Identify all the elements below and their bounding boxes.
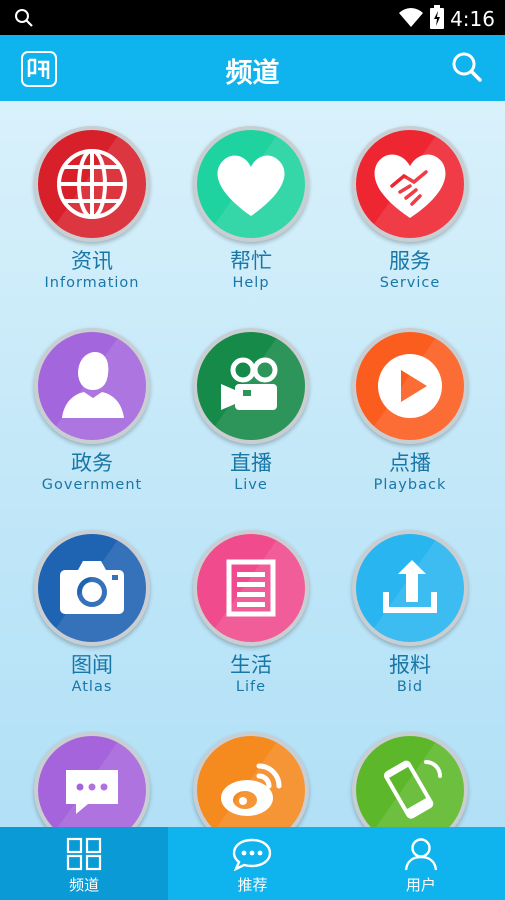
channel-sublabel: Live (234, 477, 268, 493)
channel-sublabel: Life (235, 679, 267, 695)
bottom-tab-bar: 频道 推荐 用户 (0, 827, 505, 900)
channel-label: 点播 (389, 451, 431, 475)
channel-label: 生活 (230, 653, 272, 677)
channel-label: 图闻 (71, 653, 113, 677)
chat-bubble-icon (66, 770, 118, 814)
channel-sublabel: Atlas (71, 679, 113, 695)
channel-playback[interactable]: 点播 Playback (340, 303, 480, 493)
heart-icon (217, 155, 285, 216)
phone-icon (383, 760, 442, 819)
channel-sublabel: Government (41, 477, 143, 493)
tab-channels[interactable]: 频道 (0, 827, 169, 900)
channel-help[interactable]: 帮忙 Help (181, 101, 321, 291)
search-button[interactable] (451, 51, 483, 87)
battery-icon (430, 5, 445, 33)
channel-label: 报料 (389, 653, 431, 677)
user-icon (403, 837, 439, 875)
channel-sublabel: Help (232, 275, 270, 291)
tab-recommend[interactable]: 推荐 (168, 827, 336, 900)
channel-sublabel: Information (44, 275, 140, 291)
tab-label: 用户 (405, 876, 436, 894)
tab-user[interactable]: 用户 (337, 827, 505, 900)
channel-label: 服务 (389, 249, 431, 273)
search-icon (452, 52, 482, 82)
channel-bid[interactable]: 报料 Bid (340, 505, 480, 695)
camera-icon (60, 561, 124, 614)
channel-grid: 资讯 Information 帮忙 Help 服务 Service 政务 Gov… (0, 101, 505, 827)
document-icon (226, 559, 276, 617)
grid-icon (66, 837, 102, 875)
channel-label: 政务 (71, 451, 113, 475)
channel-sublabel: Playback (373, 477, 447, 493)
person-icon (62, 352, 124, 418)
channel-weibo[interactable] (181, 707, 321, 827)
channel-life[interactable]: 生活 Life (181, 505, 321, 695)
handshake-heart-icon (374, 154, 446, 218)
channel-live[interactable]: 直播 Live (181, 303, 321, 493)
channel-label: 帮忙 (230, 249, 272, 273)
chat-icon (232, 837, 272, 875)
app-header: 频道 (0, 35, 505, 101)
channel-information[interactable]: 资讯 Information (22, 101, 162, 291)
weibo-icon (221, 763, 282, 816)
channel-government[interactable]: 政务 Government (22, 303, 162, 493)
channel-sublabel: Service (379, 275, 441, 291)
channel-messages[interactable] (22, 707, 162, 827)
tab-label: 推荐 (237, 876, 268, 894)
channel-mobile[interactable] (340, 707, 480, 827)
search-icon (14, 8, 34, 32)
play-icon (378, 354, 442, 418)
wifi-icon (398, 6, 424, 32)
channel-service[interactable]: 服务 Service (340, 101, 480, 291)
video-camera-icon (221, 357, 278, 410)
page-title: 频道 (225, 58, 280, 89)
tab-label: 频道 (69, 876, 100, 894)
channel-sublabel: Bid (396, 679, 424, 695)
clock: 4:16 (450, 7, 495, 31)
status-bar: 4:16 (0, 0, 505, 35)
channel-atlas[interactable]: 图闻 Atlas (22, 505, 162, 695)
upload-icon (383, 560, 437, 613)
globe-icon (57, 149, 127, 219)
channel-label: 资讯 (71, 249, 113, 273)
channel-label: 直播 (230, 451, 272, 475)
